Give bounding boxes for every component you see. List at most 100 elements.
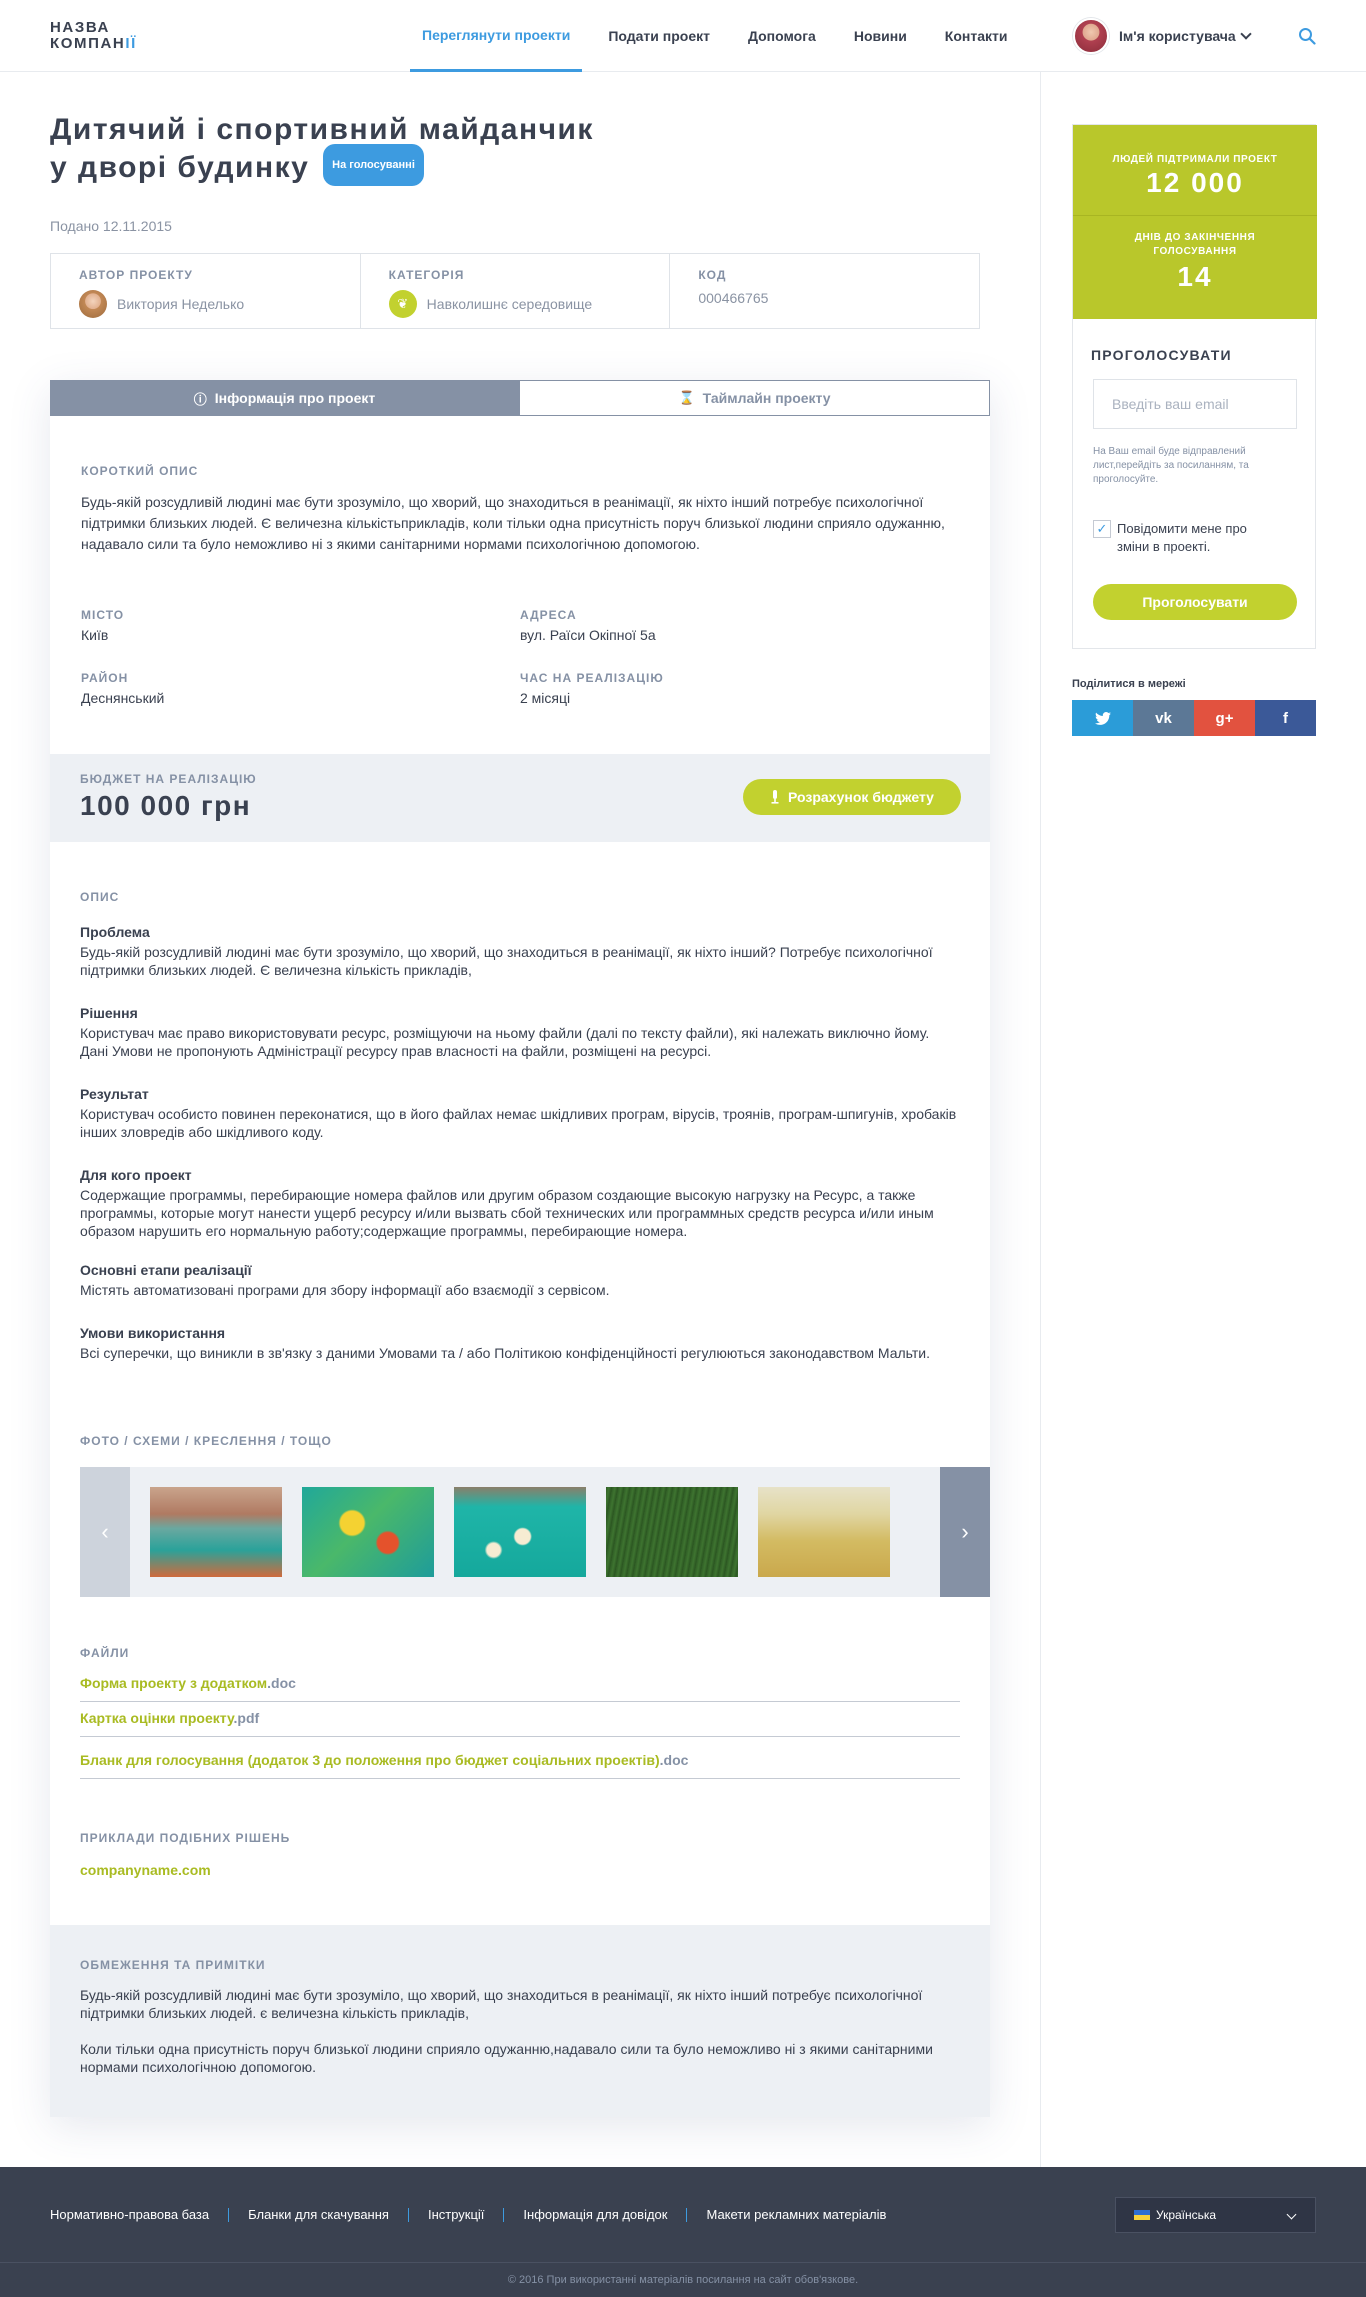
- footer-link-reference-info[interactable]: Інформація для довідок: [523, 2207, 667, 2222]
- footer-link-regulations[interactable]: Нормативно-правова база: [50, 2207, 209, 2222]
- status-badge: На голосуванні: [323, 144, 424, 186]
- file-link-1[interactable]: Форма проекту з додатком.doc: [80, 1675, 960, 1702]
- nav-news[interactable]: Новини: [842, 0, 919, 72]
- file-link-2[interactable]: Картка оцінки проекту.pdf: [80, 1710, 960, 1737]
- file-1-name: Форма проекту з додатком: [80, 1675, 268, 1691]
- file-1-ext: .doc: [267, 1675, 296, 1691]
- gallery-photo-4[interactable]: [606, 1487, 738, 1577]
- gallery-photo-2[interactable]: [302, 1487, 434, 1577]
- duration-value: 2 місяці: [520, 690, 571, 706]
- logo-text: КОМПАН: [50, 35, 126, 52]
- duration-label: Час на реалізацію: [520, 671, 664, 685]
- project-meta: Автор проекту Виктория Неделько Категорі…: [50, 253, 980, 329]
- budget-amount: 100 000 грн: [80, 790, 252, 821]
- example-link[interactable]: companyname.com: [80, 1862, 960, 1888]
- category-name[interactable]: Навколишнє середовище: [427, 296, 593, 312]
- stats-divider: [1073, 215, 1317, 216]
- vk-icon: vk: [1155, 709, 1172, 727]
- footer-link-ad-layouts[interactable]: Макети рекламних матеріалів: [706, 2207, 886, 2222]
- footer-divider: [407, 2207, 409, 2222]
- ukraine-flag-icon: [1134, 2210, 1150, 2220]
- language-select[interactable]: Українська: [1115, 2197, 1316, 2233]
- nav-browse-projects[interactable]: Переглянути проекти: [410, 0, 583, 72]
- gallery-photo-1[interactable]: [150, 1487, 282, 1577]
- company-logo[interactable]: НАЗВА КОМПАНІЇ: [50, 20, 137, 52]
- project-title: Дитячий і спортивний майданчик у дворі б…: [50, 112, 670, 190]
- budget-calculation-button[interactable]: Розрахунок бюджету: [743, 779, 961, 815]
- submitted-date: Подано 12.11.2015: [50, 218, 172, 234]
- vote-heading: ПРОГОЛОСУВАТИ: [1091, 347, 1232, 363]
- footer-divider: [503, 2207, 505, 2222]
- vote-button[interactable]: Проголосувати: [1093, 584, 1297, 620]
- description-heading: Рішення: [80, 1005, 138, 1021]
- description-heading: Основні етапи реалізації: [80, 1262, 252, 1278]
- notify-label[interactable]: Повідомити мене про зміни в проекті.: [1117, 520, 1267, 556]
- description-text: Всі суперечки, що виникли в зв'язку з да…: [80, 1345, 931, 1361]
- description-heading: Проблема: [80, 924, 150, 940]
- category-label: Категорія: [388, 268, 465, 282]
- budget-label: Бюджет на реалізацію: [80, 772, 257, 786]
- vk-share-button[interactable]: vk: [1133, 700, 1194, 736]
- gallery-photo-3[interactable]: [454, 1487, 586, 1577]
- chevron-right-icon: ›: [961, 1519, 969, 1544]
- file-link-3[interactable]: Бланк для голосування (додаток 3 до поло…: [80, 1752, 960, 1779]
- google-plus-icon: g+: [1215, 709, 1234, 727]
- description-heading: Умови використання: [80, 1325, 226, 1341]
- short-description-text: Будь-якій розсудливій людині має бути зр…: [81, 494, 945, 552]
- file-3-name: Бланк для голосування (додаток 3 до поло…: [80, 1752, 660, 1768]
- email-field[interactable]: [1093, 379, 1297, 429]
- google-plus-share-button[interactable]: g+: [1194, 700, 1255, 736]
- short-description-label: Короткий опис: [81, 464, 199, 478]
- title-line-2: у дворі будинку: [50, 150, 310, 184]
- sidebar-divider: [1040, 72, 1041, 2167]
- meta-code: Код 000466765: [670, 254, 979, 328]
- title-line-1: Дитячий і спортивний майданчик: [50, 113, 594, 146]
- footer-links: Нормативно-правова база Бланки для скачу…: [50, 2207, 886, 2222]
- user-menu[interactable]: Ім'я користувача: [1073, 18, 1252, 54]
- facebook-share-button[interactable]: f: [1255, 700, 1316, 736]
- budget-block: Бюджет на реалізацію 100 000 грн Розраху…: [50, 754, 990, 842]
- nav-help[interactable]: Допомога: [736, 0, 828, 72]
- twitter-share-button[interactable]: [1072, 700, 1133, 736]
- days-label-2: голосування: [1153, 246, 1237, 257]
- nav-contacts[interactable]: Контакти: [933, 0, 1020, 72]
- notes-label: Обмеження та примітки: [80, 1958, 266, 1972]
- image-gallery: ‹ ›: [80, 1467, 990, 1597]
- notify-checkbox[interactable]: ✓: [1093, 520, 1111, 538]
- code-value: 000466765: [698, 290, 951, 306]
- code-number: 000466765: [698, 290, 769, 306]
- chevron-down-icon: [1286, 2209, 1297, 2220]
- search-icon[interactable]: [1298, 27, 1316, 45]
- meta-category: Категорія ❦ Навколишнє середовище: [361, 254, 671, 328]
- tab-timeline-label: Таймлайн проекту: [702, 390, 831, 406]
- nav-submit-project[interactable]: Подати проект: [596, 0, 722, 72]
- days-count: 14: [1177, 261, 1213, 292]
- description-text: Користувач особисто повинен переконатися…: [80, 1106, 957, 1140]
- author-name[interactable]: Виктория Неделько: [117, 296, 244, 312]
- days-label-1: Днів до закінчення: [1134, 232, 1256, 243]
- chevron-down-icon: [1240, 27, 1252, 40]
- email-hint: На Ваш email буде відправлений лист,пере…: [1093, 446, 1249, 485]
- examples-label: Приклади подібних рішень: [80, 1831, 291, 1845]
- site-footer: Нормативно-правова база Бланки для скачу…: [0, 2167, 1366, 2297]
- tab-timeline[interactable]: ⌛ Таймлайн проекту: [519, 380, 990, 416]
- footer-link-instructions[interactable]: Інструкції: [428, 2207, 484, 2222]
- logo-line-1: НАЗВА: [50, 19, 110, 36]
- description-label: Опис: [80, 890, 120, 904]
- gallery-prev-button[interactable]: ‹: [80, 1467, 130, 1597]
- footer-link-forms[interactable]: Бланки для скачування: [248, 2207, 389, 2222]
- description-text: Містять автоматизовані програми для збор…: [80, 1282, 610, 1298]
- leaf-icon: ❦: [388, 290, 417, 318]
- tab-info[interactable]: ⓘ Інформація про проект: [50, 380, 519, 416]
- share-label: Поділитися в мережі: [1072, 678, 1186, 690]
- language-value: Українська: [1156, 2208, 1217, 2222]
- facebook-icon: f: [1283, 709, 1288, 727]
- gallery-label: Фото / схеми / креслення / тощо: [80, 1434, 332, 1448]
- district-value: Деснянський: [81, 690, 165, 706]
- gallery-next-button[interactable]: ›: [940, 1467, 990, 1597]
- gallery-photo-5[interactable]: [758, 1487, 890, 1577]
- site-header: НАЗВА КОМПАНІЇ Переглянути проекти Подат…: [0, 0, 1366, 72]
- author-label: Автор проекту: [79, 268, 193, 282]
- city-label: Місто: [81, 608, 125, 622]
- meta-author: Автор проекту Виктория Неделько: [51, 254, 361, 328]
